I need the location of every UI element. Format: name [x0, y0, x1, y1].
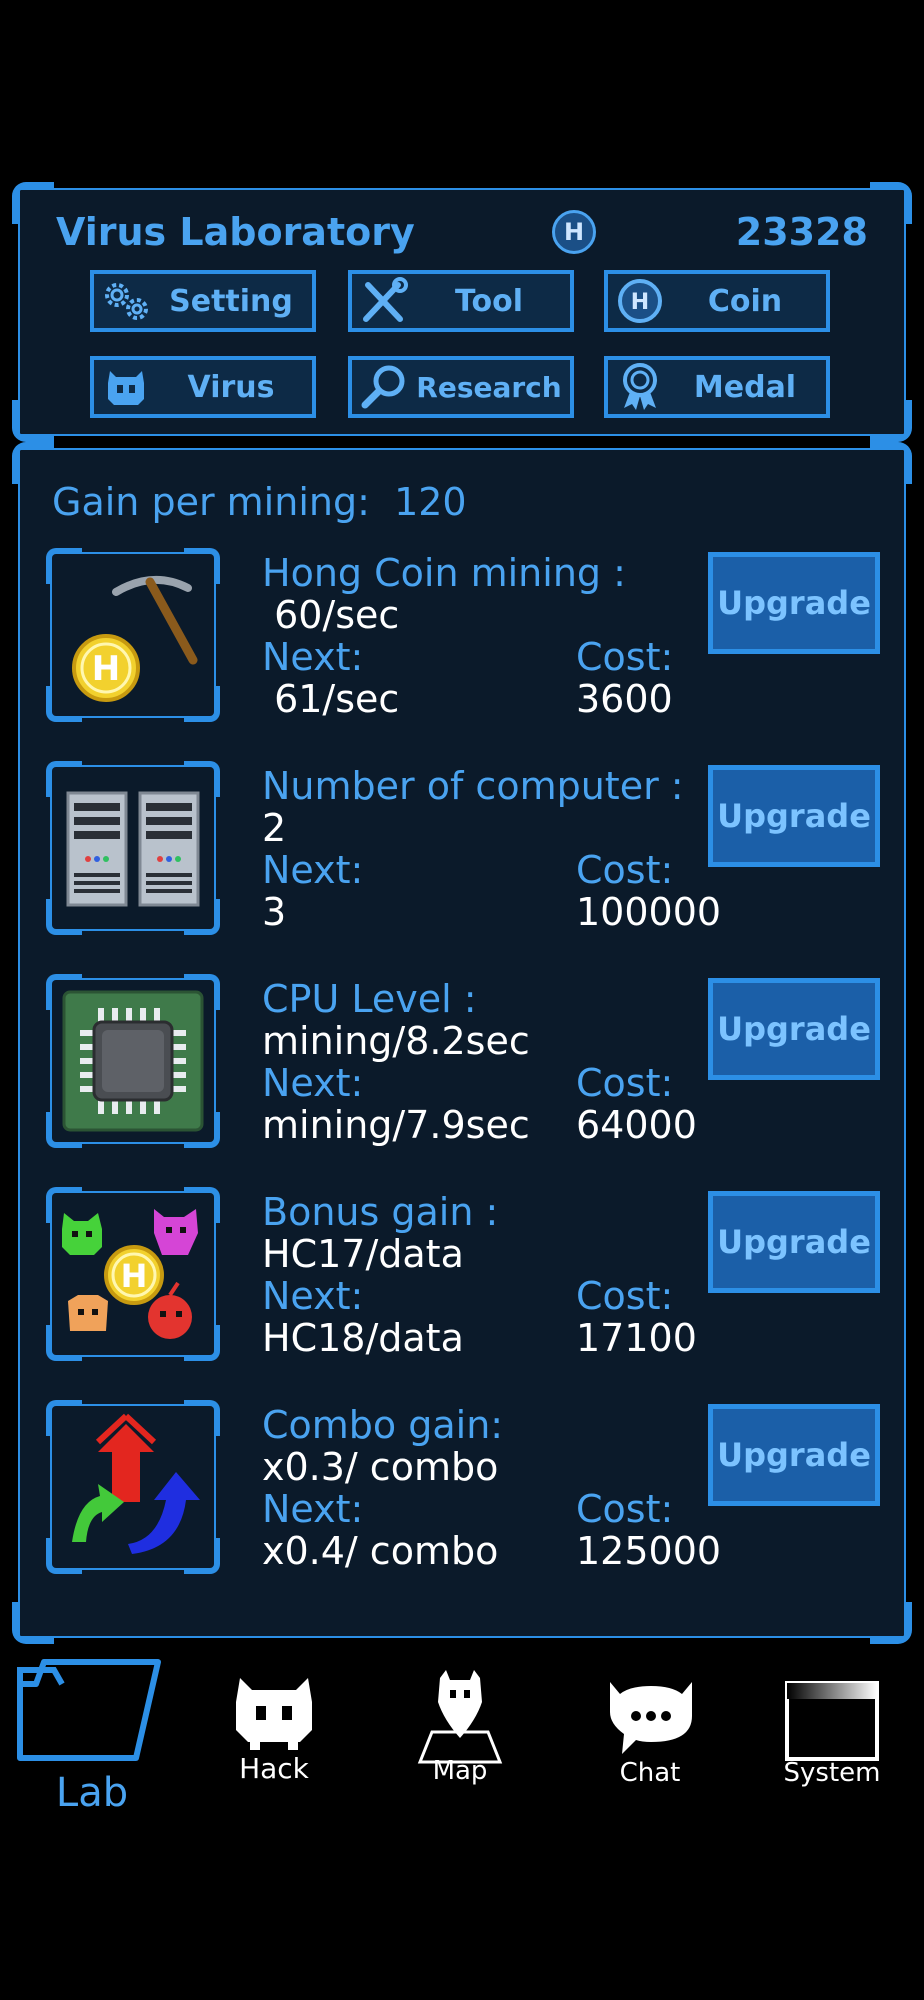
setting-label: Setting — [169, 283, 293, 319]
chat-bubble-icon — [610, 1682, 692, 1754]
corner-decoration — [12, 442, 54, 484]
upgrade-title: Combo gain: — [262, 1403, 504, 1447]
coin-label: Coin — [707, 283, 783, 319]
upgrade-title: Number of computer : — [262, 764, 684, 808]
coin-button[interactable]: H Coin — [604, 270, 830, 332]
corner-decoration — [870, 400, 912, 442]
cost-label: Cost: — [576, 1487, 674, 1531]
computer-icon — [46, 761, 220, 935]
upgrade-next: 61/sec — [262, 677, 400, 721]
research-label: Research — [416, 370, 562, 404]
next-label: Next: — [262, 848, 364, 892]
next-label: Next: — [262, 1487, 364, 1531]
corner-decoration — [12, 400, 54, 442]
coin-icon: H — [608, 274, 672, 328]
corner-decoration — [870, 1602, 912, 1644]
upgrade-next: HC18/data — [262, 1316, 464, 1360]
tools-icon — [352, 274, 416, 328]
tool-label: Tool — [455, 283, 523, 319]
upgrade-cost: 125000 — [576, 1529, 722, 1573]
virus-button[interactable]: Virus — [90, 356, 316, 418]
next-label: Next: — [262, 635, 364, 679]
upgrade-cost: 64000 — [576, 1103, 697, 1147]
upgrade-next: 3 — [262, 890, 287, 934]
svg-text:H: H — [631, 290, 649, 315]
coin-balance: 23328 — [735, 210, 868, 254]
nav-item-map[interactable]: Map — [370, 1658, 550, 1818]
folder-icon — [17, 1659, 161, 1761]
upgrade-current: x0.3/ combo — [262, 1445, 499, 1489]
corner-decoration — [12, 1602, 54, 1644]
nav-item-chat[interactable]: Chat — [560, 1658, 740, 1818]
gain-per-mining: Gain per mining: 120 — [52, 480, 467, 524]
cost-label: Cost: — [576, 848, 674, 892]
nav-label-map: Map — [432, 1756, 488, 1786]
nav-item-hack[interactable]: Hack — [184, 1658, 364, 1818]
next-label: Next: — [262, 1274, 364, 1318]
upgrade-row-number-of-computer: Number of computer : 2 Next: 3 Cost: 100… — [46, 761, 880, 941]
map-pin-icon — [417, 1670, 503, 1764]
nav-label-system: System — [783, 1758, 881, 1788]
bottom-navigation: Lab Hack Map Chat System — [0, 1658, 924, 1818]
upgrade-row-bonus-gain: H Bonus gain : HC17/data Next: HC18/data… — [46, 1187, 880, 1367]
upgrade-current: mining/8.2sec — [262, 1019, 530, 1063]
upgrade-button[interactable]: Upgrade — [708, 1404, 880, 1506]
corner-decoration — [870, 442, 912, 484]
virus-icon — [94, 360, 158, 414]
upgrade-next: x0.4/ combo — [262, 1529, 499, 1573]
gears-icon — [94, 274, 158, 328]
cost-label: Cost: — [576, 1274, 674, 1318]
medal-icon — [608, 360, 672, 414]
upgrade-current: 60/sec — [262, 593, 400, 637]
tool-button[interactable]: Tool — [348, 270, 574, 332]
gain-label: Gain per mining: — [52, 480, 370, 524]
nav-label-chat: Chat — [619, 1758, 681, 1788]
corner-decoration — [870, 182, 912, 224]
gain-value: 120 — [394, 480, 467, 524]
upgrade-next: mining/7.9sec — [262, 1103, 530, 1147]
upgrade-current: 2 — [262, 806, 287, 850]
corner-decoration — [12, 182, 54, 224]
upgrades-panel: Gain per mining: 120 H Hong Coin mining … — [12, 442, 912, 1644]
upgrade-button[interactable]: Upgrade — [708, 1191, 880, 1293]
virus-label: Virus — [187, 369, 275, 405]
nav-label-hack: Hack — [239, 1752, 309, 1785]
svg-text:H: H — [121, 1257, 148, 1295]
magnifier-icon — [352, 360, 416, 414]
upgrade-cost: 3600 — [576, 677, 673, 721]
upgrade-button[interactable]: Upgrade — [708, 765, 880, 867]
nav-item-lab[interactable]: Lab — [2, 1658, 182, 1818]
window-icon — [785, 1681, 879, 1761]
upgrade-title: Hong Coin mining : — [262, 551, 626, 595]
upgrade-row-hong-coin-mining: H Hong Coin mining : 60/sec Next: 61/sec… — [46, 548, 880, 728]
page-title: Virus Laboratory — [56, 210, 415, 254]
next-label: Next: — [262, 1061, 364, 1105]
upgrade-current: HC17/data — [262, 1232, 464, 1276]
setting-button[interactable]: Setting — [90, 270, 316, 332]
coin-icon: H — [552, 210, 596, 254]
upgrade-cost: 100000 — [576, 890, 722, 934]
header-panel: Virus Laboratory H 23328 Setting Tool H … — [12, 182, 912, 442]
nav-label-lab: Lab — [55, 1770, 129, 1816]
upgrade-button[interactable]: Upgrade — [708, 552, 880, 654]
monsters-coin-icon: H — [46, 1187, 220, 1361]
upgrade-button[interactable]: Upgrade — [708, 978, 880, 1080]
upgrade-title: CPU Level : — [262, 977, 477, 1021]
invader-icon — [236, 1678, 312, 1750]
upgrade-title: Bonus gain : — [262, 1190, 499, 1234]
pickaxe-coin-icon: H — [46, 548, 220, 722]
upgrade-row-combo-gain: Combo gain: x0.3/ combo Next: x0.4/ comb… — [46, 1400, 880, 1580]
upgrade-cost: 17100 — [576, 1316, 697, 1360]
medal-label: Medal — [693, 369, 797, 405]
svg-text:H: H — [92, 649, 120, 689]
cost-label: Cost: — [576, 635, 674, 679]
nav-item-system[interactable]: System — [742, 1658, 922, 1818]
upgrade-row-cpu-level: CPU Level : mining/8.2sec Next: mining/7… — [46, 974, 880, 1154]
combo-arrows-icon — [46, 1400, 220, 1574]
medal-button[interactable]: Medal — [604, 356, 830, 418]
cpu-chip-icon — [46, 974, 220, 1148]
cost-label: Cost: — [576, 1061, 674, 1105]
research-button[interactable]: Research — [348, 356, 574, 418]
